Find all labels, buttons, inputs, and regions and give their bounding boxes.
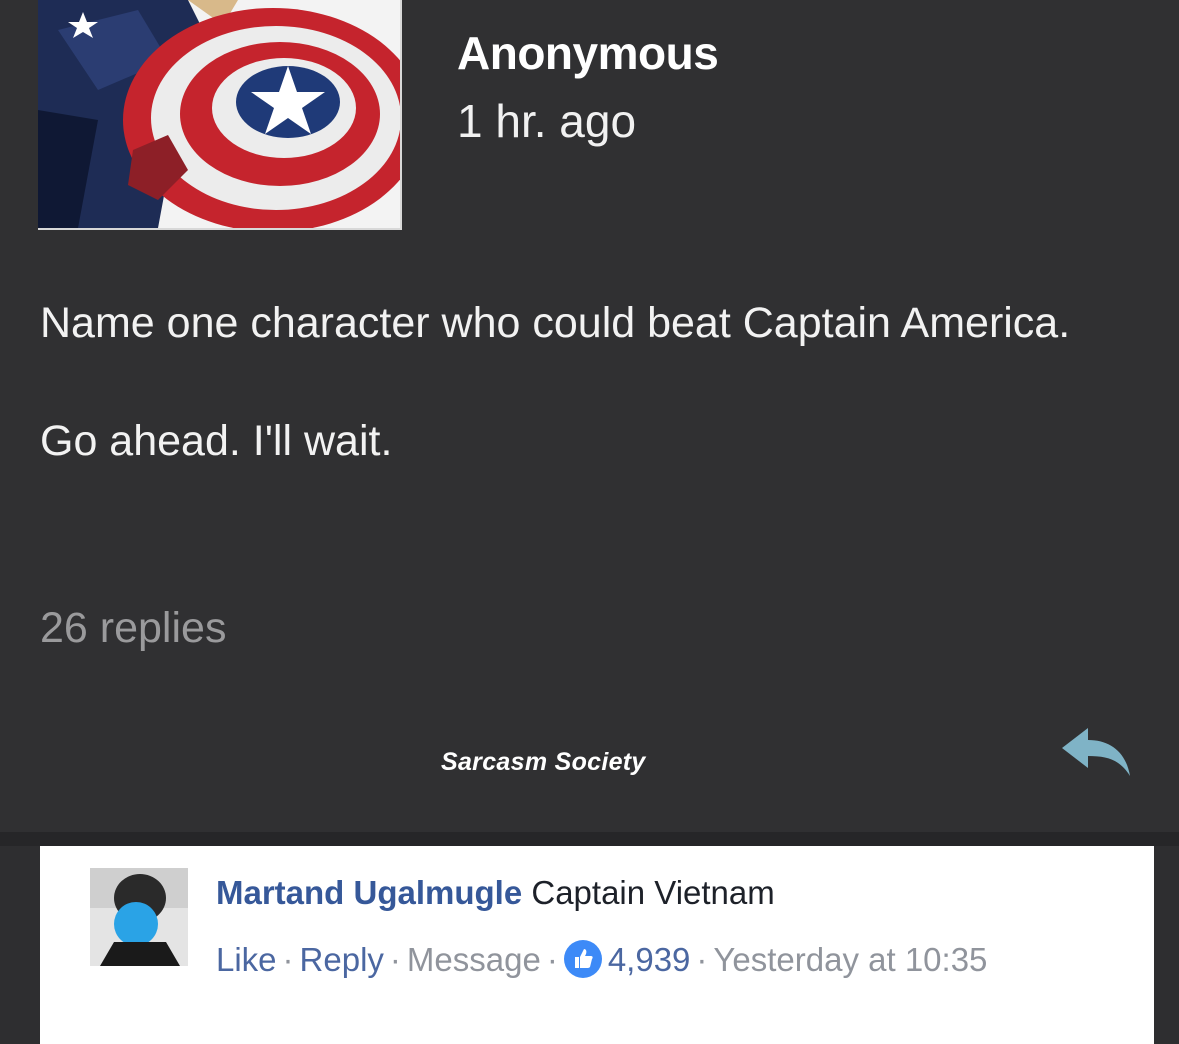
watermark: Sarcasm Society [441, 748, 646, 776]
separator: · [389, 941, 401, 978]
post-body: Name one character who could beat Captai… [40, 294, 1120, 470]
post-author[interactable]: Anonymous [457, 26, 719, 80]
message-link[interactable]: Message [407, 941, 541, 978]
comment-card: Martand Ugalmugle Captain Vietnam Like · R… [40, 846, 1154, 1044]
separator: · [546, 941, 558, 978]
post-avatar-image[interactable] [38, 0, 402, 230]
like-link[interactable]: Like [216, 941, 277, 978]
separator: · [282, 941, 294, 978]
comment-avatar[interactable] [90, 868, 188, 966]
reply-link[interactable]: Reply [300, 941, 384, 978]
post-text-line: Name one character who could beat Captai… [40, 299, 1071, 347]
like-thumb-icon [563, 940, 602, 978]
like-count[interactable]: 4,939 [608, 941, 691, 978]
comment-author[interactable]: Martand Ugalmugle [216, 874, 522, 911]
divider [0, 832, 1179, 846]
comment-actions: Like · Reply · Message · 4,939 · Yesterday at 10… [216, 934, 1096, 986]
captain-america-illustration [38, 0, 400, 228]
comment-timestamp[interactable]: Yesterday at 10:35 [713, 941, 987, 978]
replies-link[interactable]: 26 replies [40, 604, 226, 653]
reply-arrow-icon[interactable] [1058, 724, 1134, 780]
post-timestamp[interactable]: 1 hr. ago [457, 94, 636, 148]
post-card: Anonymous 1 hr. ago Name one character w… [0, 0, 1179, 840]
post-text-line: Go ahead. I'll wait. [40, 417, 393, 465]
separator: · [696, 941, 708, 978]
comment-text: Captain Vietnam [531, 874, 775, 911]
user-avatar-image [90, 868, 188, 966]
comment-line: Martand Ugalmugle Captain Vietnam [216, 874, 775, 912]
